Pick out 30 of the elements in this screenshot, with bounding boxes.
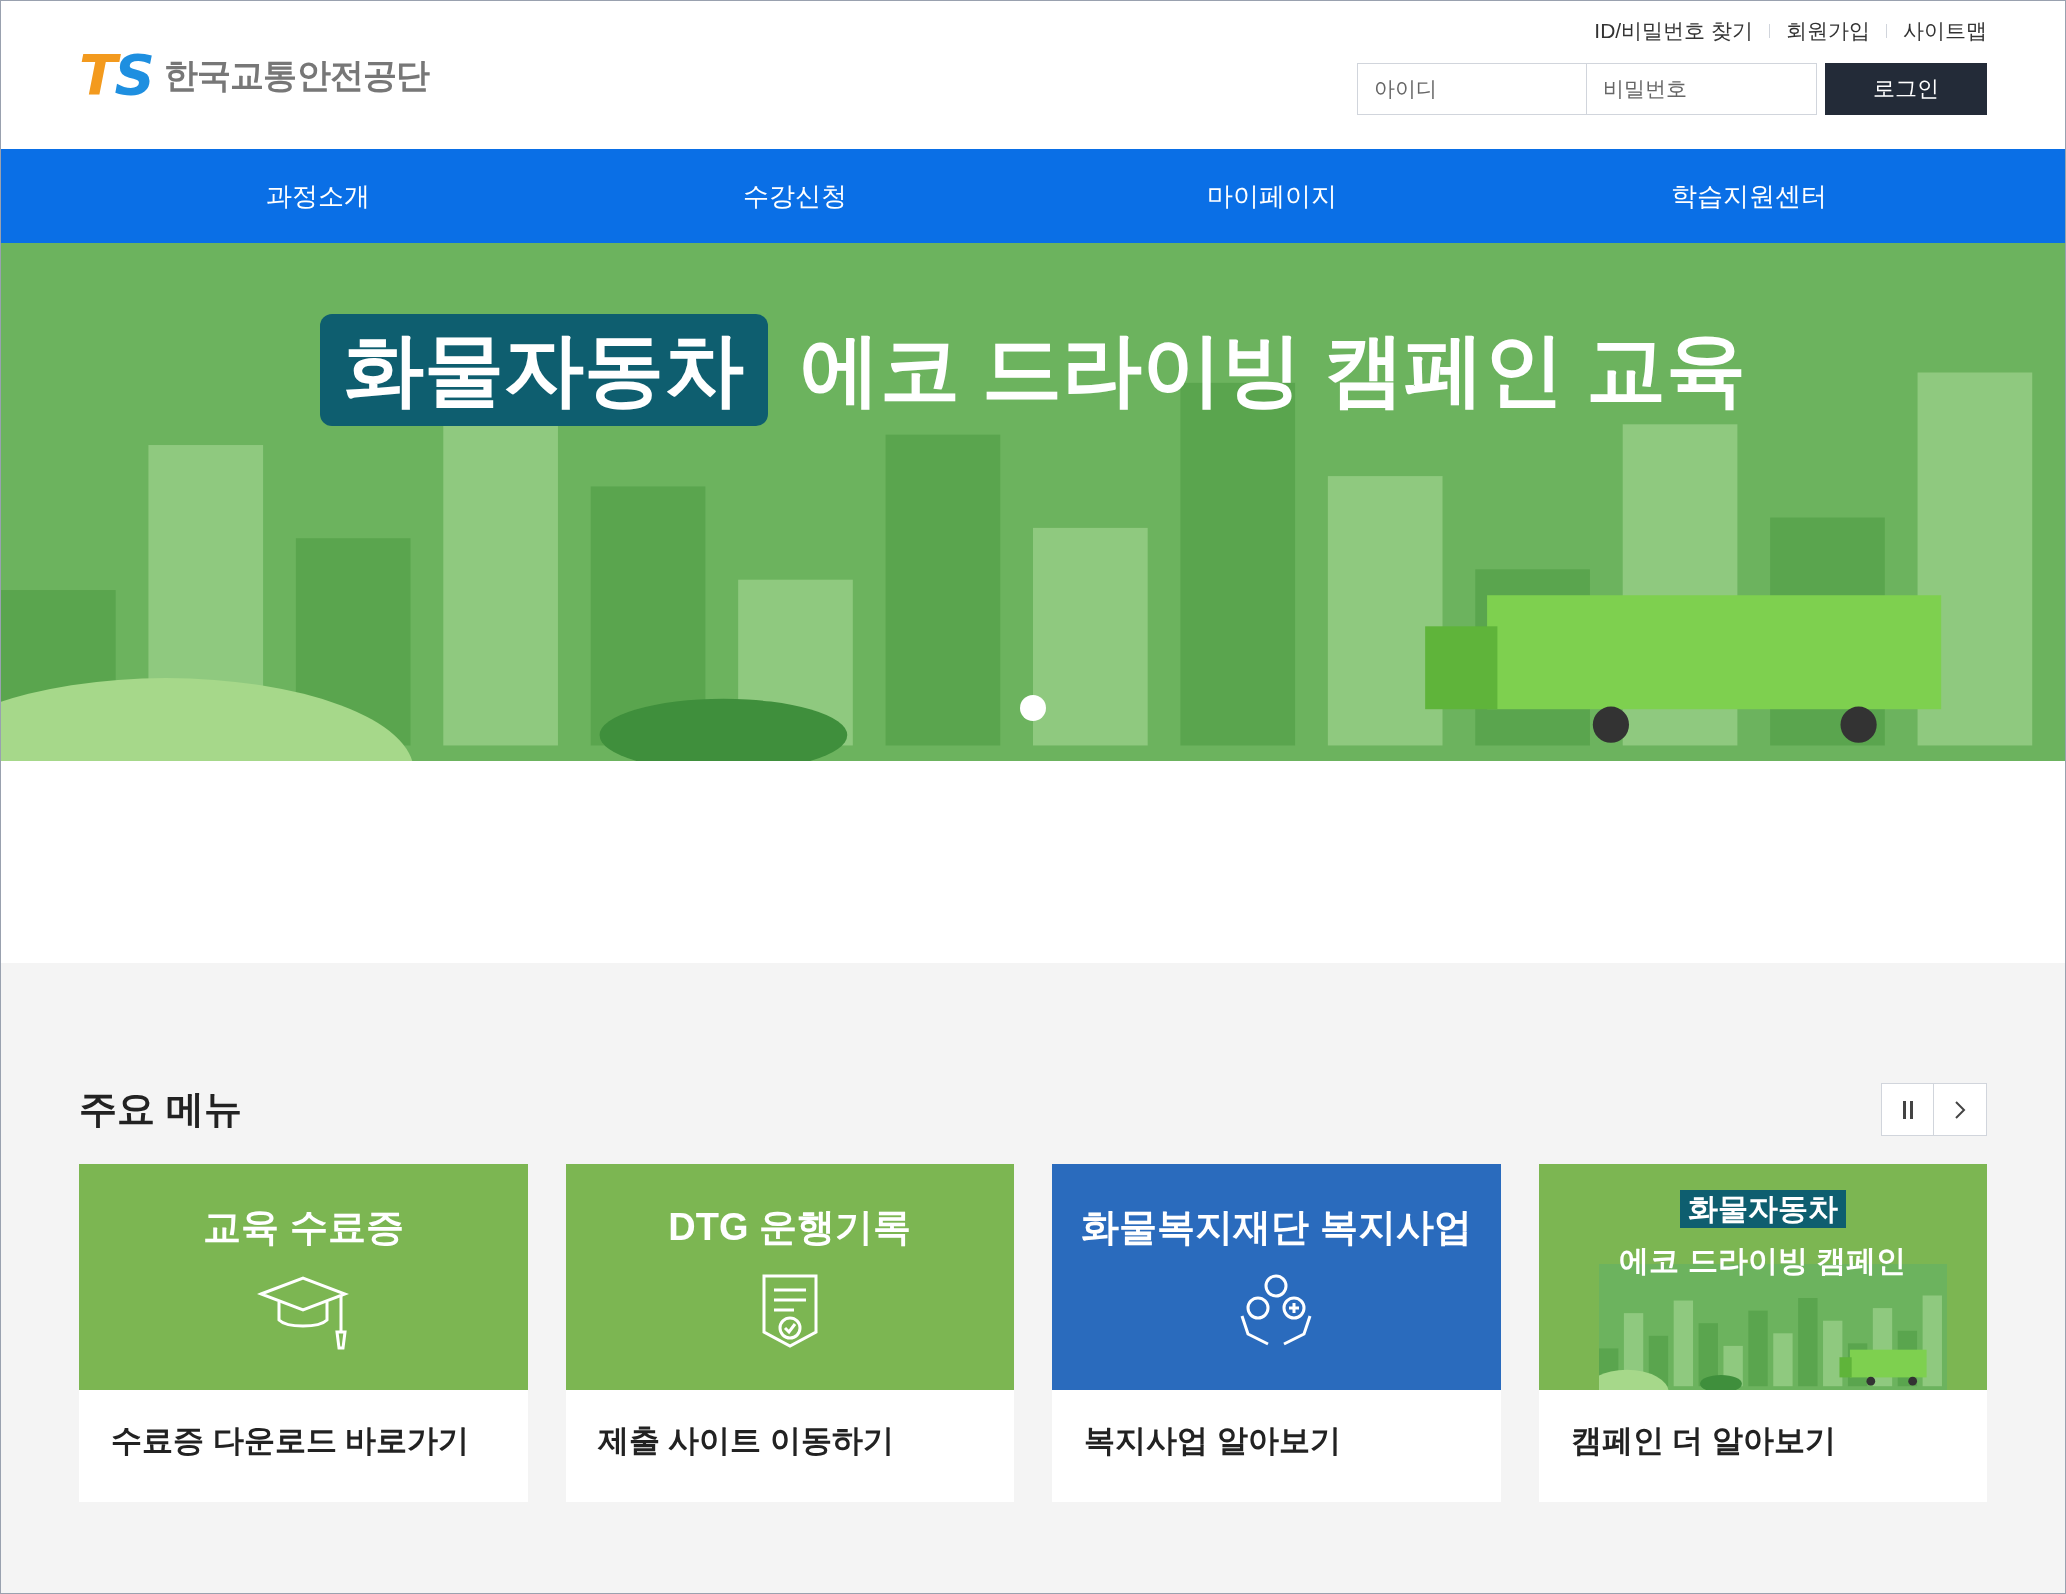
- card-link[interactable]: 복지사업 알아보기: [1052, 1390, 1501, 1465]
- chevron-right-icon: [1954, 1099, 1966, 1120]
- nav-item[interactable]: 수강신청: [742, 176, 847, 216]
- top-link[interactable]: 사이트맵: [1903, 15, 1987, 47]
- pause-icon: [1901, 1100, 1914, 1119]
- card-title: 에코 드라이빙 캠페인: [1619, 1243, 1907, 1279]
- login-button[interactable]: 로그인: [1825, 62, 1987, 115]
- nav-item[interactable]: 학습지원센터: [1670, 176, 1827, 216]
- card-tag: 화물자동차: [1679, 1190, 1846, 1228]
- menu-card[interactable]: 화물복지재단 복지사업 복지사업 알아보기: [1052, 1164, 1501, 1502]
- top-link[interactable]: 회원가입: [1786, 15, 1870, 47]
- card-title: 화물복지재단 복지사업: [1080, 1208, 1472, 1246]
- card-link[interactable]: 수료증 다운로드 바로가기: [79, 1390, 528, 1465]
- card-title: DTG 운행기록: [668, 1208, 912, 1246]
- pause-button[interactable]: [1881, 1083, 1934, 1136]
- id-field[interactable]: 아이디: [1357, 62, 1587, 115]
- card-link[interactable]: 제출 사이트 이동하기: [565, 1390, 1014, 1465]
- nav-item[interactable]: 마이페이지: [1206, 176, 1337, 216]
- top-link[interactable]: ID/비밀번호 찾기: [1594, 15, 1753, 47]
- card-link[interactable]: 캠페인 더 알아보기: [1538, 1390, 1987, 1465]
- nav-item[interactable]: 과정소개: [265, 176, 370, 216]
- card-title: 교육 수료증: [202, 1208, 404, 1246]
- banner-headline: 에코 드라이빙 캠페인 교육: [799, 330, 1747, 410]
- menu-card[interactable]: DTG 운행기록 제출 사이트 이동하기: [565, 1164, 1014, 1502]
- menu-card[interactable]: 화물자동차 에코 드라이빙 캠페인 캠페인 더 알아보기: [1538, 1164, 1987, 1502]
- section-title: 주요 메뉴: [79, 1087, 242, 1132]
- menu-card[interactable]: 교육 수료증 수료증 다운로드 바로가기: [79, 1164, 528, 1502]
- password-field[interactable]: 비밀번호: [1587, 62, 1817, 115]
- organization-name: 한국교통안전공단: [163, 54, 430, 96]
- banner-tag: 화물자동차: [319, 314, 768, 426]
